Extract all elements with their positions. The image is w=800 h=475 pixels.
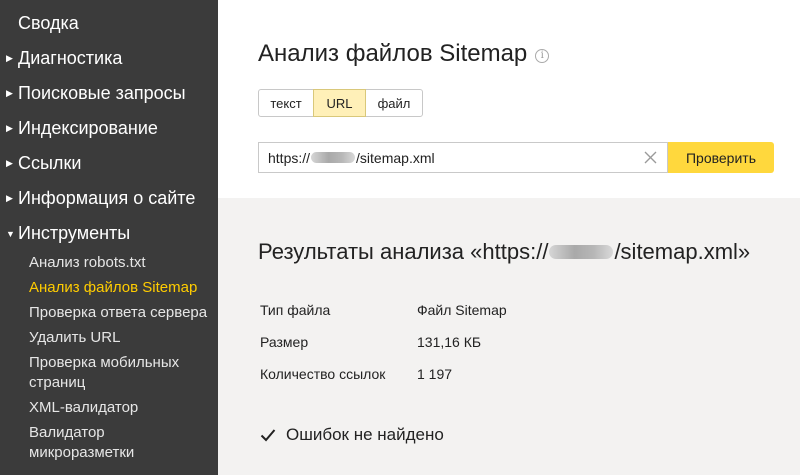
info-value: 1 197 (417, 366, 453, 382)
sitemap-form-panel: Анализ файлов Sitemap i текст URL файл h… (218, 0, 800, 198)
results-info-table: Тип файла Файл Sitemap Размер 131,16 КБ … (260, 294, 507, 390)
sidebar-item-robots-analysis[interactable]: Анализ robots.txt (29, 253, 218, 273)
sidebar-item-remove-url[interactable]: Удалить URL (29, 328, 218, 348)
sidebar-section-label: Ссылки (18, 153, 82, 173)
results-title: Результаты анализа «https:// /sitemap.xm… (258, 239, 750, 265)
sidebar-item-mobile-check[interactable]: Проверка мобильных страниц (29, 353, 218, 393)
tab-file[interactable]: файл (365, 89, 423, 117)
sidebar-section-label: Индексирование (18, 118, 158, 138)
tab-url[interactable]: URL (313, 89, 366, 117)
sidebar-section-search-queries[interactable]: ▶ Поисковые запросы (0, 76, 218, 111)
sidebar-section-diagnostics[interactable]: ▶ Диагностика (0, 41, 218, 76)
info-row-size: Размер 131,16 КБ (260, 326, 507, 358)
sidebar-section-label: Диагностика (18, 48, 123, 68)
sidebar-section-site-info[interactable]: ▶ Информация о сайте (0, 181, 218, 216)
caret-right-icon: ▶ (6, 158, 13, 168)
info-key: Размер (260, 334, 309, 350)
caret-right-icon: ▶ (6, 123, 13, 133)
page-title: Анализ файлов Sitemap (258, 40, 528, 67)
sidebar-section-label: Инструменты (18, 223, 131, 243)
url-input-value: https:// /sitemap.xml (259, 150, 435, 166)
url-input[interactable]: https:// /sitemap.xml (258, 142, 668, 173)
info-row-links-count: Количество ссылок 1 197 (260, 358, 507, 390)
sidebar-item-microdata-validator[interactable]: Валидатор микроразметки (29, 423, 218, 463)
sidebar-item-xml-validator[interactable]: XML-валидатор (29, 398, 218, 418)
sidebar-section-tools[interactable]: ▼ Инструменты (0, 216, 218, 251)
page-title-row: Анализ файлов Sitemap i (258, 40, 550, 68)
caret-right-icon: ▶ (6, 53, 13, 63)
redacted-domain (549, 245, 614, 259)
results-panel: Результаты анализа «https:// /sitemap.xm… (218, 198, 800, 475)
sidebar-section-indexing[interactable]: ▶ Индексирование (0, 111, 218, 146)
info-icon[interactable]: i (535, 48, 550, 63)
main-content: Анализ файлов Sitemap i текст URL файл h… (218, 0, 800, 475)
clear-icon[interactable] (643, 150, 658, 165)
sidebar-section-label: Информация о сайте (18, 188, 196, 208)
sidebar-item-label: Сводка (18, 13, 79, 33)
caret-down-icon: ▼ (6, 228, 15, 239)
sidebar-section-label: Поисковые запросы (18, 83, 186, 103)
tab-text[interactable]: текст (258, 89, 314, 117)
sidebar-section-links[interactable]: ▶ Ссылки (0, 146, 218, 181)
url-form-row: https:// /sitemap.xml Проверить (258, 142, 774, 173)
info-value: 131,16 КБ (417, 334, 482, 350)
info-row-file-type: Тип файла Файл Sitemap (260, 294, 507, 326)
redacted-domain (311, 152, 356, 163)
status-text: Ошибок не найдено (286, 425, 444, 444)
sidebar-item-sitemap-analysis[interactable]: Анализ файлов Sitemap (29, 278, 218, 298)
url-suffix: /sitemap.xml (356, 149, 435, 166)
results-title-prefix: Результаты анализа «https:// (258, 239, 549, 264)
info-key: Тип файла (260, 302, 331, 318)
sidebar-item-summary[interactable]: Сводка (0, 6, 218, 41)
info-key: Количество ссылок (260, 366, 386, 382)
tools-submenu: Анализ robots.txt Анализ файлов Sitemap … (0, 251, 218, 463)
check-button[interactable]: Проверить (668, 142, 774, 173)
info-value: Файл Sitemap (417, 302, 507, 318)
sidebar-item-server-response[interactable]: Проверка ответа сервера (29, 303, 218, 323)
url-prefix: https:// (268, 149, 311, 166)
app: Сводка ▶ Диагностика ▶ Поисковые запросы… (0, 0, 800, 475)
input-mode-tabs: текст URL файл (258, 89, 423, 117)
sidebar: Сводка ▶ Диагностика ▶ Поисковые запросы… (0, 0, 218, 475)
checkmark-icon (260, 429, 276, 442)
results-title-suffix: /sitemap.xml» (614, 239, 751, 264)
status-message: Ошибок не найдено (260, 425, 444, 445)
caret-right-icon: ▶ (6, 88, 13, 98)
caret-right-icon: ▶ (6, 193, 13, 203)
